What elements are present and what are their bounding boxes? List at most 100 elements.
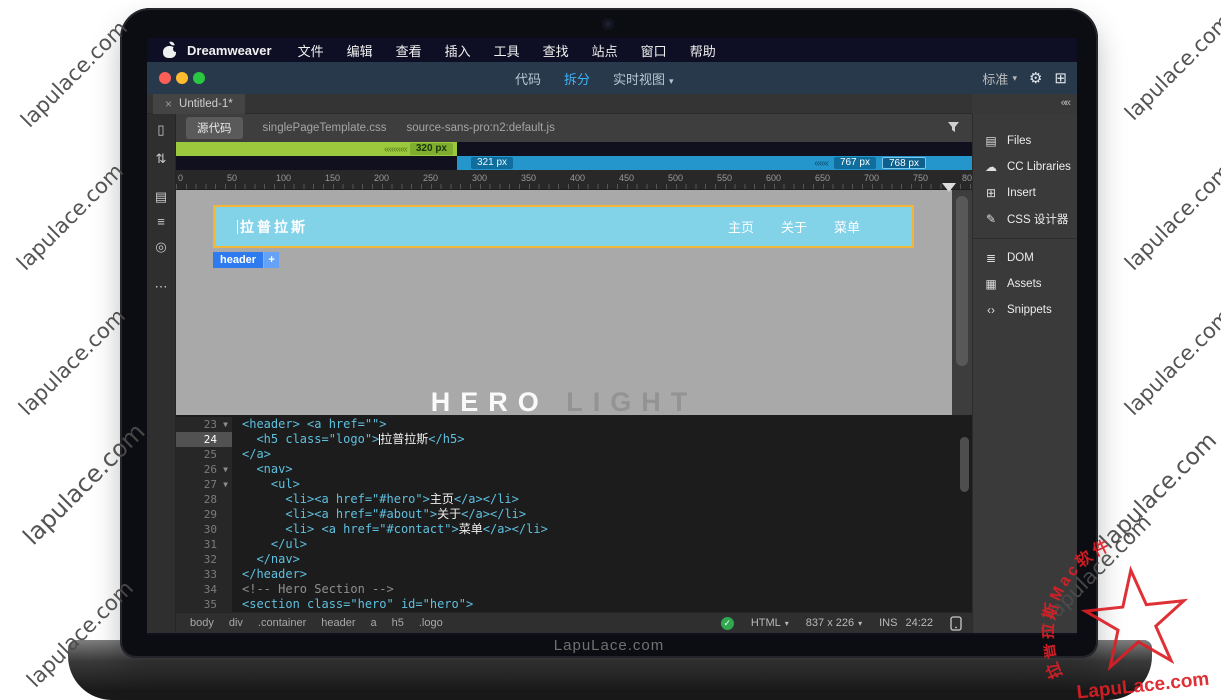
code-line-content[interactable]: <header> <a href=""> bbox=[232, 417, 387, 432]
code-line[interactable]: 34<!-- Hero Section --> bbox=[176, 582, 972, 597]
view-mode-button-0[interactable]: 代码 bbox=[515, 69, 541, 88]
window-close-button[interactable] bbox=[159, 72, 171, 84]
code-line-content[interactable]: <section class="hero" id="hero"> bbox=[232, 597, 473, 612]
tag-selector[interactable]: body bbox=[190, 617, 214, 629]
design-view[interactable]: 拉普拉斯 主页关于菜单 header + HERO LIGHT bbox=[176, 190, 952, 415]
lint-ok-icon[interactable]: ✓ bbox=[721, 617, 734, 630]
menubar-item[interactable]: 帮助 bbox=[690, 41, 716, 60]
window-zoom-button[interactable] bbox=[193, 72, 205, 84]
code-line-number[interactable]: 24 bbox=[176, 432, 232, 447]
code-line-content[interactable]: <nav> bbox=[232, 462, 293, 477]
design-nav-link[interactable]: 菜单 bbox=[834, 217, 860, 236]
gear-icon[interactable]: ⚙ bbox=[1029, 69, 1042, 87]
doctype-selector[interactable]: HTML ▾ bbox=[751, 617, 789, 629]
tag-selector[interactable]: h5 bbox=[392, 617, 404, 629]
header-tag-badge[interactable]: header bbox=[213, 252, 263, 268]
related-file-source[interactable]: 源代码 bbox=[186, 117, 243, 139]
code-line[interactable]: 23▼<header> <a href=""> bbox=[176, 417, 972, 432]
add-element-button[interactable]: + bbox=[264, 252, 279, 268]
tag-selector[interactable]: .logo bbox=[419, 617, 443, 629]
view-mode-button-1[interactable]: 拆分 bbox=[564, 69, 590, 88]
document-tab[interactable]: × Untitled-1* bbox=[153, 94, 245, 114]
toggle-views-icon[interactable]: ⇅ bbox=[156, 152, 167, 166]
extensions-icon[interactable]: ⊞ bbox=[1054, 69, 1067, 87]
design-scrollbar[interactable] bbox=[952, 190, 972, 415]
menubar-item[interactable]: 编辑 bbox=[347, 41, 373, 60]
code-line-content[interactable]: </a> bbox=[232, 447, 271, 462]
menubar-item[interactable]: 站点 bbox=[592, 41, 618, 60]
code-line-number[interactable]: 32 bbox=[176, 552, 232, 567]
design-nav-link[interactable]: 关于 bbox=[781, 217, 807, 236]
code-line[interactable]: 24 <h5 class="logo">拉普拉斯</h5> bbox=[176, 432, 972, 447]
panel-tab-dom[interactable]: ≣DOM bbox=[973, 245, 1077, 271]
menubar-item[interactable]: 查找 bbox=[543, 41, 569, 60]
code-line-number[interactable]: 27▼ bbox=[176, 477, 232, 492]
code-line-content[interactable]: </nav> bbox=[232, 552, 300, 567]
validate-icon[interactable]: ▤ bbox=[155, 190, 167, 204]
design-header-element[interactable]: 拉普拉斯 主页关于菜单 bbox=[213, 205, 914, 248]
app-name[interactable]: Dreamweaver bbox=[187, 43, 272, 58]
code-line-content[interactable]: <li><a href="#hero">主页</a></li> bbox=[232, 492, 519, 507]
code-line-number[interactable]: 25 bbox=[176, 447, 232, 462]
inspect-icon[interactable]: ◎ bbox=[155, 240, 166, 254]
filter-icon[interactable] bbox=[948, 122, 960, 134]
media-query-bar-blue[interactable]: 321 px ««« 767 px 768 px bbox=[457, 156, 972, 170]
fold-arrow-icon[interactable]: ▼ bbox=[217, 462, 228, 477]
menubar-item[interactable]: 工具 bbox=[494, 41, 520, 60]
code-view[interactable]: 23▼<header> <a href="">24 <h5 class="log… bbox=[176, 415, 972, 612]
more-options-icon[interactable]: ⋯ bbox=[155, 280, 168, 294]
code-line-number[interactable]: 23▼ bbox=[176, 417, 232, 432]
code-line-number[interactable]: 26▼ bbox=[176, 462, 232, 477]
code-line-content[interactable]: </ul> bbox=[232, 537, 307, 552]
code-line-number[interactable]: 34 bbox=[176, 582, 232, 597]
code-line-number[interactable]: 29 bbox=[176, 507, 232, 522]
tag-selector[interactable]: div bbox=[229, 617, 243, 629]
collapse-panels-icon[interactable]: «« bbox=[1061, 97, 1069, 109]
code-line-number[interactable]: 28 bbox=[176, 492, 232, 507]
code-line-content[interactable]: <!-- Hero Section --> bbox=[232, 582, 394, 597]
code-line[interactable]: 31 </ul> bbox=[176, 537, 972, 552]
media-query-bar-green[interactable]: ««««« 320 px bbox=[176, 142, 457, 156]
code-line-number[interactable]: 35 bbox=[176, 597, 232, 612]
panel-tab-cc-libraries[interactable]: ☁CC Libraries bbox=[973, 154, 1077, 180]
workspace-switcher[interactable]: 标准 ▾ bbox=[982, 69, 1017, 88]
ruler-position-marker[interactable] bbox=[942, 183, 956, 192]
code-line-number[interactable]: 30 bbox=[176, 522, 232, 537]
code-line[interactable]: 33</header> bbox=[176, 567, 972, 582]
view-mode-button-2[interactable]: 实时视图▾ bbox=[613, 69, 674, 88]
file-icon[interactable]: ▯ bbox=[157, 123, 164, 137]
code-line-content[interactable]: </header> bbox=[232, 567, 307, 582]
code-line-number[interactable]: 33 bbox=[176, 567, 232, 582]
device-preview-icon[interactable] bbox=[950, 616, 962, 631]
window-size-selector[interactable]: 837 x 226 ▾ bbox=[806, 617, 862, 629]
design-scrollbar-thumb[interactable] bbox=[956, 196, 968, 366]
panel-tab-assets[interactable]: ▦Assets bbox=[973, 271, 1077, 297]
code-line[interactable]: 35<section class="hero" id="hero"> bbox=[176, 597, 972, 612]
code-line[interactable]: 29 <li><a href="#about">关于</a></li> bbox=[176, 507, 972, 522]
code-line[interactable]: 27▼ <ul> bbox=[176, 477, 972, 492]
related-file[interactable]: singlePageTemplate.css bbox=[263, 122, 387, 134]
code-line[interactable]: 26▼ <nav> bbox=[176, 462, 972, 477]
close-icon[interactable]: × bbox=[165, 97, 172, 111]
code-line-content[interactable]: <h5 class="logo">拉普拉斯</h5> bbox=[232, 432, 464, 447]
fold-arrow-icon[interactable]: ▼ bbox=[217, 417, 228, 432]
code-line[interactable]: 28 <li><a href="#hero">主页</a></li> bbox=[176, 492, 972, 507]
panel-tab-files[interactable]: ▤Files bbox=[973, 128, 1077, 154]
design-nav-link[interactable]: 主页 bbox=[728, 217, 754, 236]
tag-selector[interactable]: .container bbox=[258, 617, 306, 629]
code-line-content[interactable]: <li> <a href="#contact">菜单</a></li> bbox=[232, 522, 548, 537]
menubar-item[interactable]: 窗口 bbox=[641, 41, 667, 60]
code-scrollbar-thumb[interactable] bbox=[960, 437, 969, 492]
menubar-item[interactable]: 插入 bbox=[445, 41, 471, 60]
code-line-content[interactable]: <ul> bbox=[232, 477, 300, 492]
related-file[interactable]: source-sans-pro:n2:default.js bbox=[407, 122, 555, 134]
format-source-icon[interactable]: ≡ bbox=[157, 215, 165, 229]
menubar-item[interactable]: 文件 bbox=[298, 41, 324, 60]
code-line[interactable]: 25</a> bbox=[176, 447, 972, 462]
fold-arrow-icon[interactable]: ▼ bbox=[217, 477, 228, 492]
code-line-content[interactable]: <li><a href="#about">关于</a></li> bbox=[232, 507, 526, 522]
panel-tab-css-designer[interactable]: ✎CSS 设计器 bbox=[973, 206, 1077, 232]
panel-tab-insert[interactable]: ⊞Insert bbox=[973, 180, 1077, 206]
tag-selector[interactable]: header bbox=[321, 617, 355, 629]
window-minimize-button[interactable] bbox=[176, 72, 188, 84]
